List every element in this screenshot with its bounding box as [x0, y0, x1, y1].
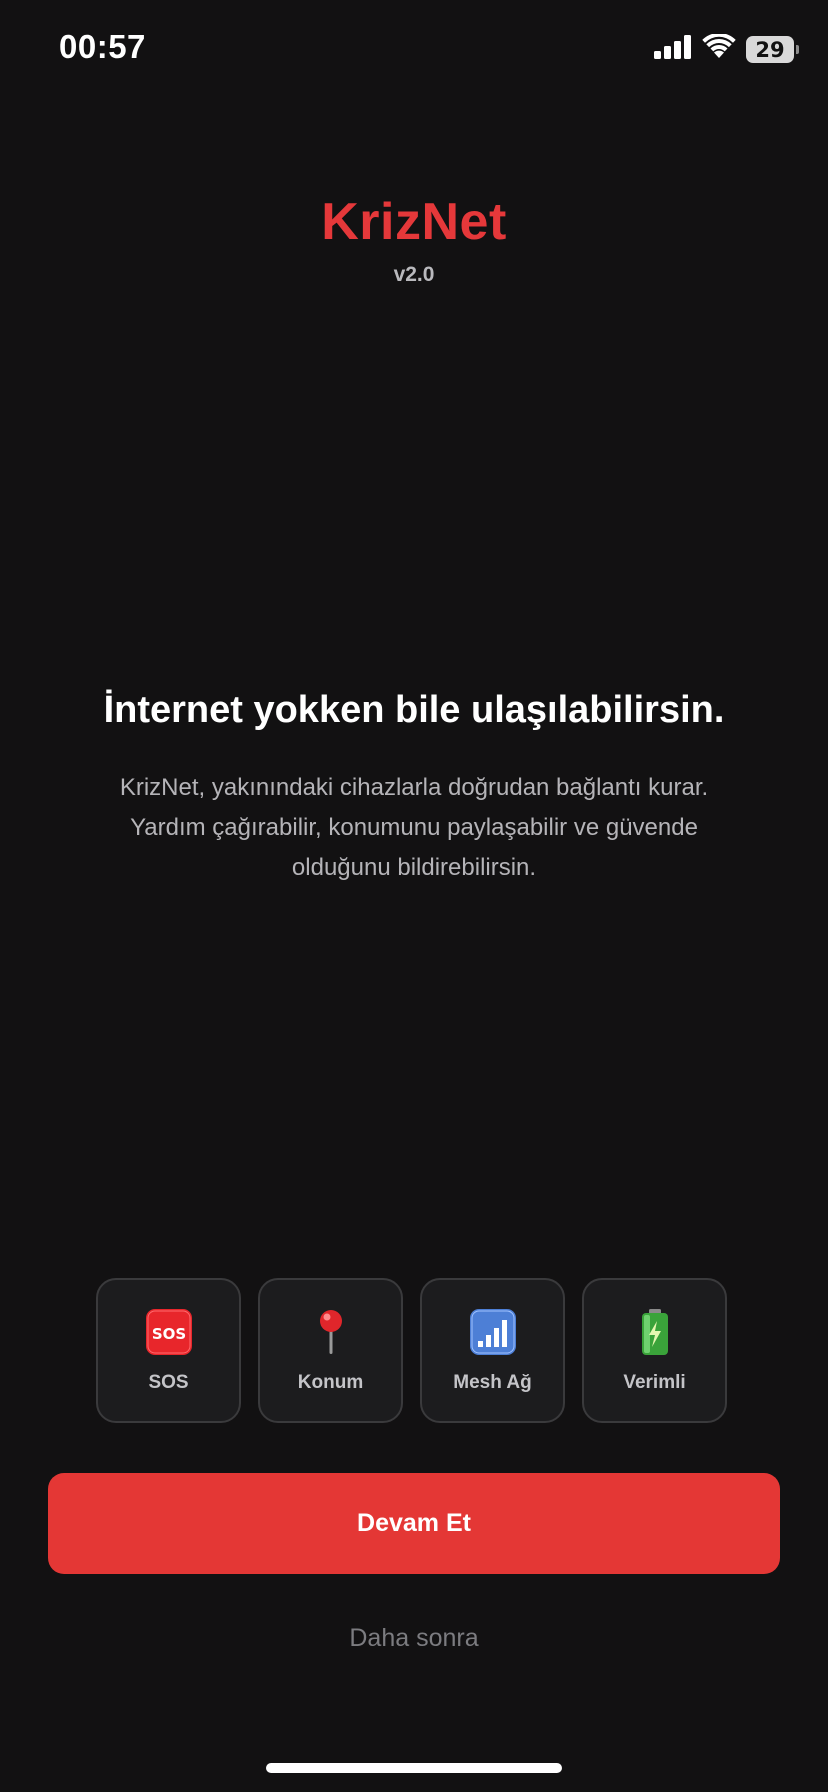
svg-text:SOS: SOS: [151, 1325, 185, 1343]
status-bar: 00:57 29: [0, 0, 828, 100]
battery-level: 29: [755, 37, 785, 62]
wifi-icon: [702, 32, 736, 65]
home-indicator[interactable]: [266, 1763, 562, 1773]
app-version: v2.0: [393, 263, 435, 286]
feature-efficient: Verimli: [582, 1278, 727, 1423]
feature-label: Verimli: [623, 1372, 686, 1393]
brand-header: KrizNet v2.0: [0, 192, 828, 288]
feature-mesh: Mesh Ağ: [420, 1278, 565, 1423]
feature-location: Konum: [258, 1278, 403, 1423]
app-title: KrizNet: [321, 193, 507, 251]
signal-icon: [654, 35, 692, 64]
sos-icon: SOS: [145, 1308, 193, 1356]
hero-section: İnternet yokken bile ulaşılabilirsin. Kr…: [0, 682, 828, 888]
location-pin-icon: [307, 1308, 355, 1356]
feature-sos: SOS SOS: [96, 1278, 241, 1423]
later-link[interactable]: Daha sonra: [0, 1624, 828, 1653]
battery-charging-icon: [631, 1308, 679, 1356]
feature-label: SOS: [148, 1372, 189, 1393]
continue-button[interactable]: Devam Et: [48, 1473, 780, 1574]
signal-bars-icon: [469, 1308, 517, 1356]
status-icons: 29: [654, 32, 799, 65]
status-time: 00:57: [59, 28, 146, 65]
battery-icon: 29: [746, 36, 799, 63]
hero-description: KrizNet, yakınındaki cihazlarla doğrudan…: [119, 774, 709, 881]
feature-label: Mesh Ağ: [453, 1372, 532, 1393]
feature-label: Konum: [297, 1372, 364, 1393]
feature-list: SOS SOS Konum Mesh Ağ Verimli: [96, 1278, 727, 1423]
hero-title: İnternet yokken bile ulaşılabilirsin.: [103, 689, 725, 731]
